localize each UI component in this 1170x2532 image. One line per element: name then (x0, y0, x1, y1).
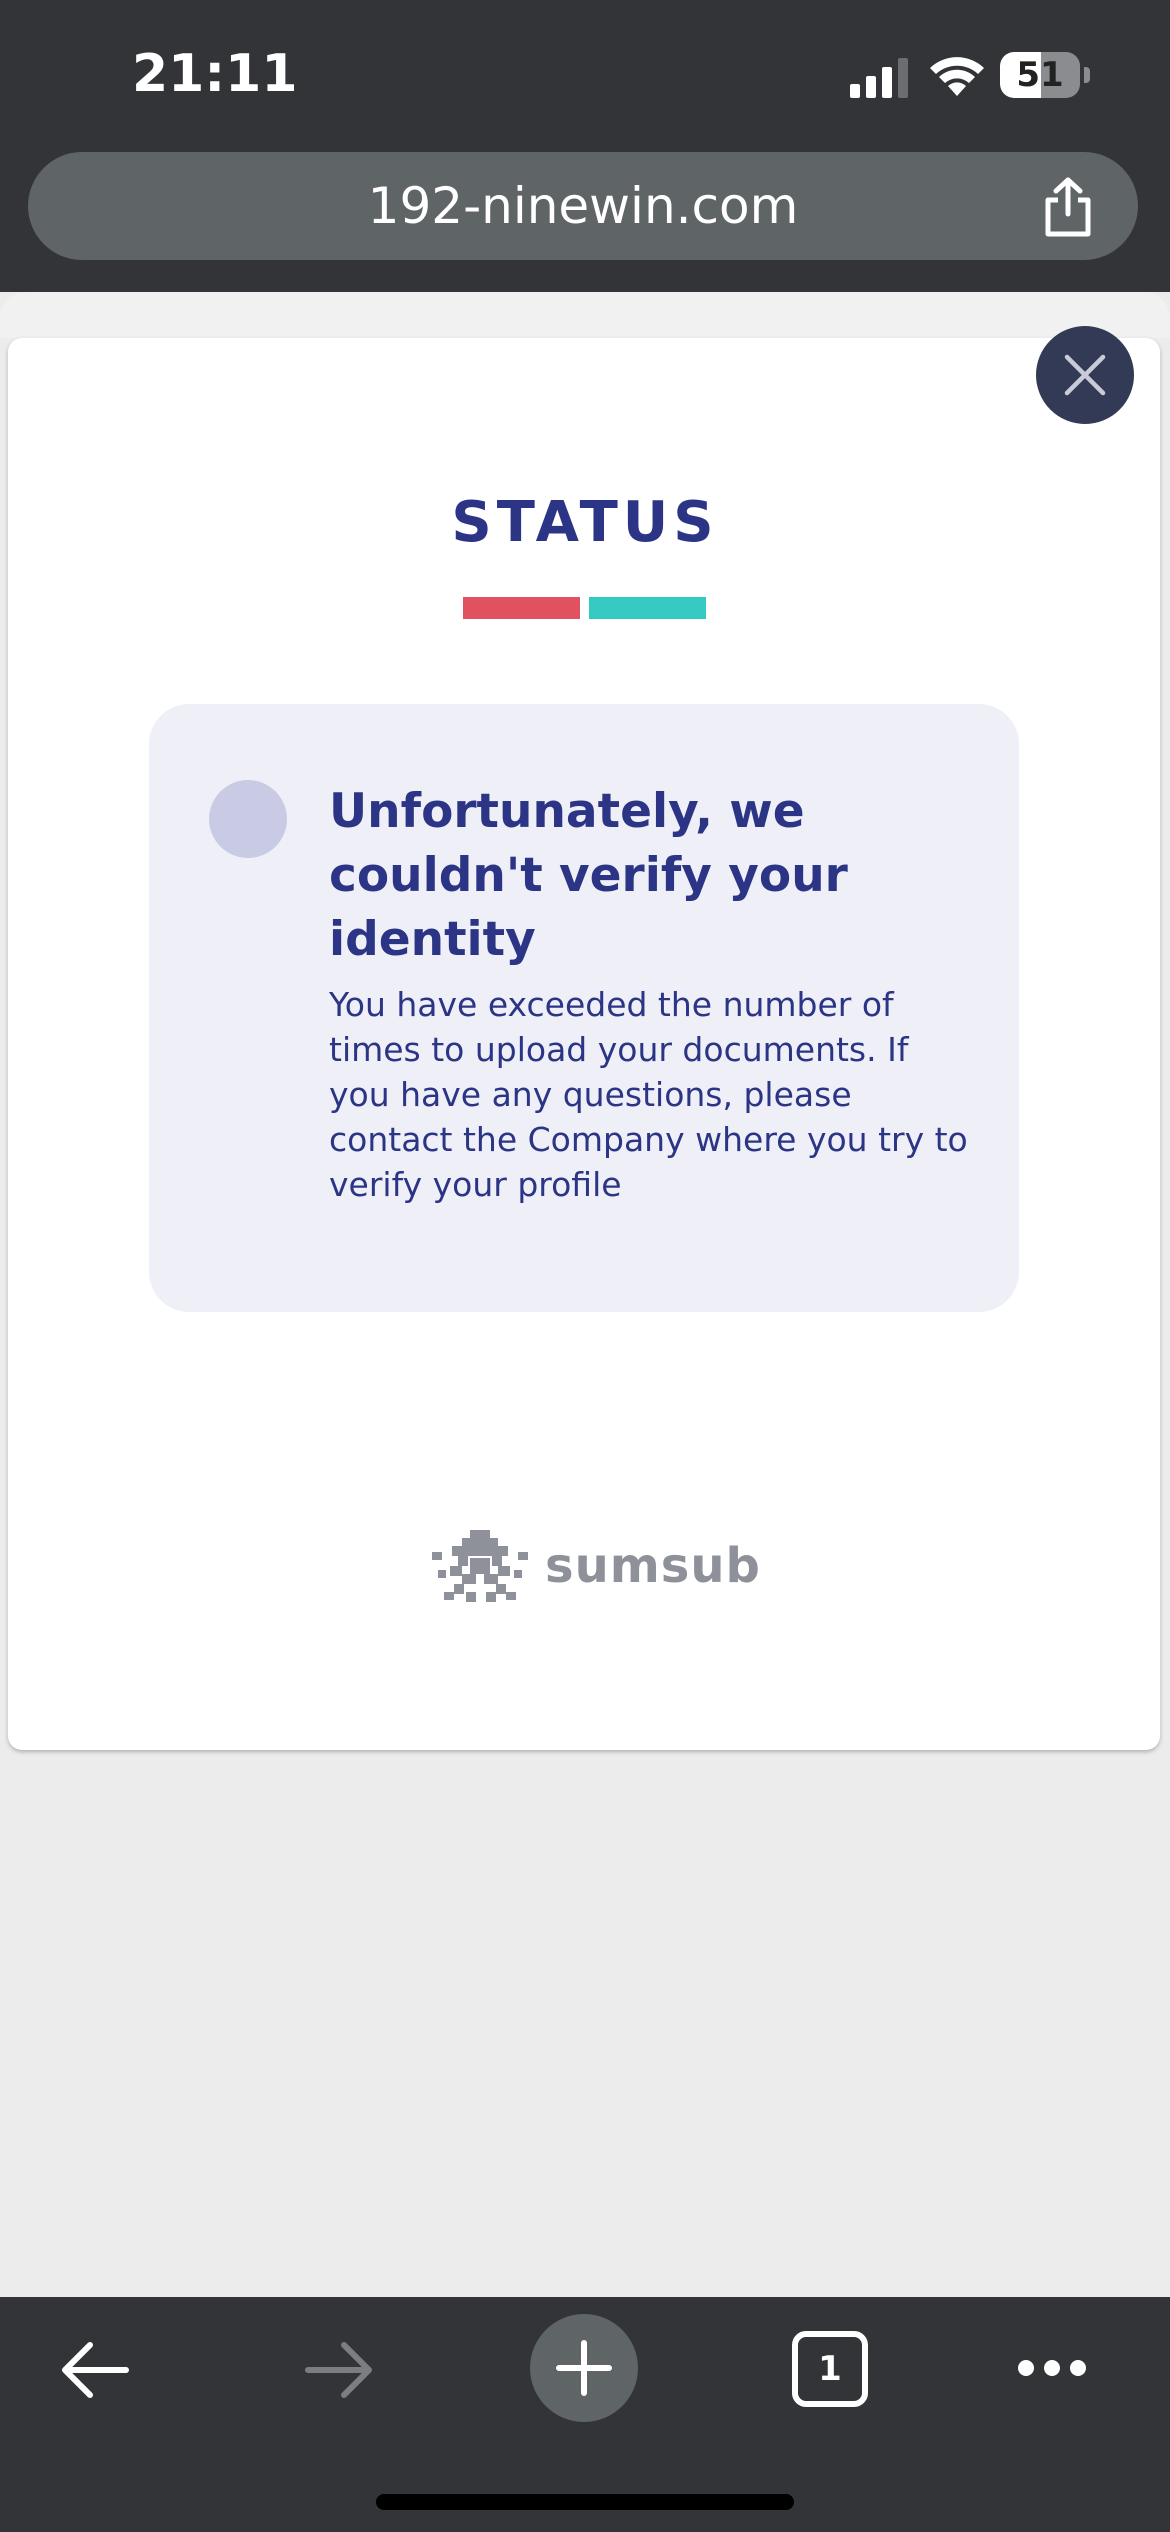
close-icon (1064, 354, 1106, 396)
arrow-right-icon[interactable] (302, 2335, 376, 2405)
more-dots-icon[interactable] (1016, 2355, 1088, 2381)
status-heading: Unfortunately, we couldn't verify your i… (329, 784, 848, 967)
close-button[interactable] (1036, 326, 1134, 424)
page-top-strip (0, 292, 1170, 338)
status-card: Unfortunately, we couldn't verify your i… (149, 704, 1019, 1312)
battery-level-text: 51 (1016, 55, 1064, 95)
accent-bar-red (463, 597, 580, 619)
url-text[interactable]: 192-ninewin.com (28, 152, 1138, 260)
home-indicator (376, 2494, 794, 2510)
signal-icon (850, 58, 908, 98)
status-indicator (209, 780, 287, 858)
new-tab-button[interactable] (530, 2314, 638, 2422)
page-title: STATUS (451, 490, 719, 555)
accent-bar-teal (589, 597, 706, 619)
sumsub-logo-icon (432, 1530, 528, 1602)
brand-footer: sumsub (432, 1530, 760, 1610)
wifi-icon (930, 57, 984, 96)
battery-icon: 51 (1000, 52, 1090, 98)
plus-icon (556, 2340, 612, 2396)
tab-count-button[interactable]: 1 (792, 2331, 868, 2407)
brand-name: sumsub (545, 1538, 761, 1594)
address-bar[interactable]: 192-ninewin.com (28, 152, 1138, 260)
arrow-left-icon[interactable] (58, 2335, 132, 2405)
browser-top-chrome: 21:11 51 192-ninewin.com (0, 0, 1170, 292)
status-time: 21:11 (132, 44, 298, 104)
status-message: You have exceeded the number of times to… (329, 985, 968, 1204)
share-icon[interactable] (1038, 176, 1098, 238)
